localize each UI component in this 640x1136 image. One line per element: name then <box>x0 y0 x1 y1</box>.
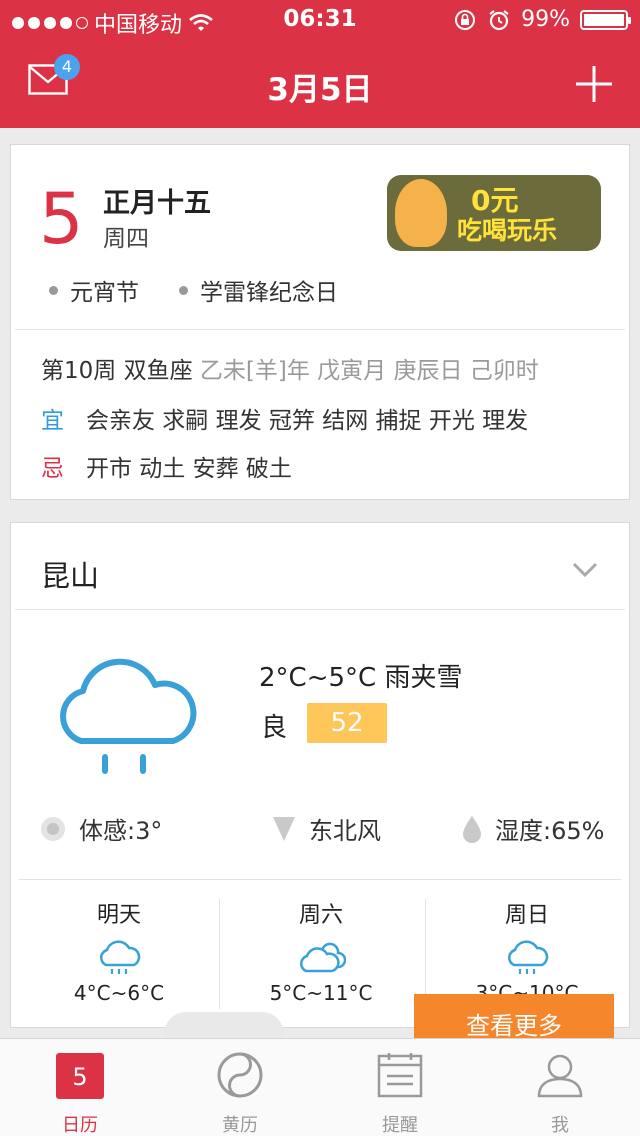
divider <box>19 879 621 880</box>
promo-banner[interactable]: 0元 吃喝玩乐 <box>387 175 601 251</box>
ji-label: 忌 <box>41 456 64 482</box>
battery-fill <box>584 13 624 26</box>
status-bar: 中国移动 06:31 99% <box>0 0 640 40</box>
add-button[interactable] <box>574 64 614 104</box>
rain-cloud-icon <box>508 940 549 974</box>
promo-text: 吃喝玩乐 <box>457 216 558 245</box>
battery-percent: 99% <box>521 7 570 32</box>
tab-calendar[interactable]: 5 日历 <box>0 1039 160 1136</box>
forecast-temp: 4°C~6°C <box>73 981 165 1005</box>
weather-card[interactable]: 昆山 2°C~5°C 雨夹雪 良 52 体感:3° 东北风 湿度:65% 明天 … <box>10 522 630 1028</box>
weather-metrics: 体感:3° 东北风 湿度:65% <box>39 811 619 847</box>
app-header: 中国移动 06:31 99% 4 3月5日 <box>0 0 640 128</box>
rotation-lock-icon <box>455 9 476 30</box>
city-name: 昆山 <box>41 559 100 593</box>
festival-label: 学雷锋纪念日 <box>200 280 338 306</box>
bullet-dot <box>49 285 58 295</box>
date-card[interactable]: 5 正月十五 周四 0元 吃喝玩乐 元宵节 学雷锋纪念日 第10周 双鱼座 乙未… <box>10 144 630 500</box>
bullet-dot <box>179 285 188 295</box>
tab-label: 日历 <box>62 1115 98 1136</box>
status-right: 99% <box>453 7 631 32</box>
user-icon <box>537 1054 583 1098</box>
rain-cloud-icon <box>60 658 197 774</box>
humidity-text: 湿度:65% <box>495 817 605 845</box>
tab-label: 我 <box>551 1115 569 1136</box>
water-drop-icon <box>463 815 481 843</box>
aqi-label: 良 <box>261 713 288 743</box>
day-number: 5 <box>39 178 84 260</box>
wind-text: 东北风 <box>309 817 381 845</box>
tab-label: 提醒 <box>382 1115 418 1136</box>
page-title: 3月5日 <box>267 72 373 108</box>
ganzhi-info: 乙未[羊]年 戊寅月 庚辰日 己卯时 <box>199 358 539 384</box>
tab-reminder[interactable]: 提醒 <box>320 1039 480 1136</box>
divider <box>15 329 625 330</box>
divider <box>15 609 625 610</box>
weekday: 周四 <box>103 226 149 252</box>
yi-label: 宜 <box>41 408 64 434</box>
week-zodiac-line: 第10周 双鱼座 乙未[羊]年 戊寅月 庚辰日 己卯时 <box>41 351 539 385</box>
yin-yang-icon <box>217 1052 263 1098</box>
wind-metric: 东北风 <box>271 811 381 846</box>
forecast-day-label: 周日 <box>504 903 549 928</box>
tab-huangli[interactable]: 黄历 <box>160 1039 320 1136</box>
festival-item: 元宵节 <box>49 273 139 307</box>
feels-like-metric: 体感:3° <box>39 811 162 846</box>
forecast-day-label: 周六 <box>298 903 343 928</box>
rain-cloud-icon <box>100 940 141 974</box>
temperature-range: 2°C~5°C 雨夹雪 <box>259 663 463 693</box>
thermometer-dot-icon <box>41 816 65 841</box>
ji-items: 开市 动土 安葬 破土 <box>86 456 292 482</box>
forecast-separator <box>219 899 220 1009</box>
ji-line: 忌开市 动土 安葬 破土 <box>41 449 292 483</box>
forecast-separator <box>425 899 426 1009</box>
feels-like-text: 体感:3° <box>79 817 163 845</box>
alarm-icon <box>489 9 509 30</box>
festival-list: 元宵节 学雷锋纪念日 <box>49 273 338 307</box>
forecast-day[interactable]: 周六 5°C~11°C <box>221 893 421 1013</box>
festival-item: 学雷锋纪念日 <box>179 273 338 307</box>
lunar-date: 正月十五 <box>103 188 211 219</box>
calendar-day-icon: 5 <box>56 1053 104 1099</box>
humidity-metric: 湿度:65% <box>461 811 604 846</box>
reminder-calendar-icon <box>377 1053 423 1098</box>
tab-bar: 5 日历 黄历 提醒 我 <box>0 1038 640 1136</box>
tab-me[interactable]: 我 <box>480 1039 640 1136</box>
forecast-day[interactable]: 明天 4°C~6°C <box>19 893 219 1013</box>
chevron-down-icon[interactable] <box>571 561 599 579</box>
battery-icon <box>580 9 631 30</box>
cloudy-icon <box>300 942 346 973</box>
week-info: 第10周 双鱼座 <box>41 358 193 384</box>
forecast-day-label: 明天 <box>96 903 141 928</box>
forecast-temp: 5°C~11°C <box>269 981 373 1005</box>
festival-label: 元宵节 <box>70 280 139 306</box>
tab-label: 黄历 <box>222 1115 258 1136</box>
mascot-girl-icon <box>395 179 447 247</box>
wind-direction-icon <box>273 816 295 841</box>
plus-icon <box>576 66 612 102</box>
yi-line: 宜会亲友 求嗣 理发 冠笄 结网 捕捉 开光 理发 <box>41 401 528 435</box>
yi-items: 会亲友 求嗣 理发 冠笄 结网 捕捉 开光 理发 <box>86 408 529 434</box>
aqi-badge: 52 <box>307 703 387 743</box>
